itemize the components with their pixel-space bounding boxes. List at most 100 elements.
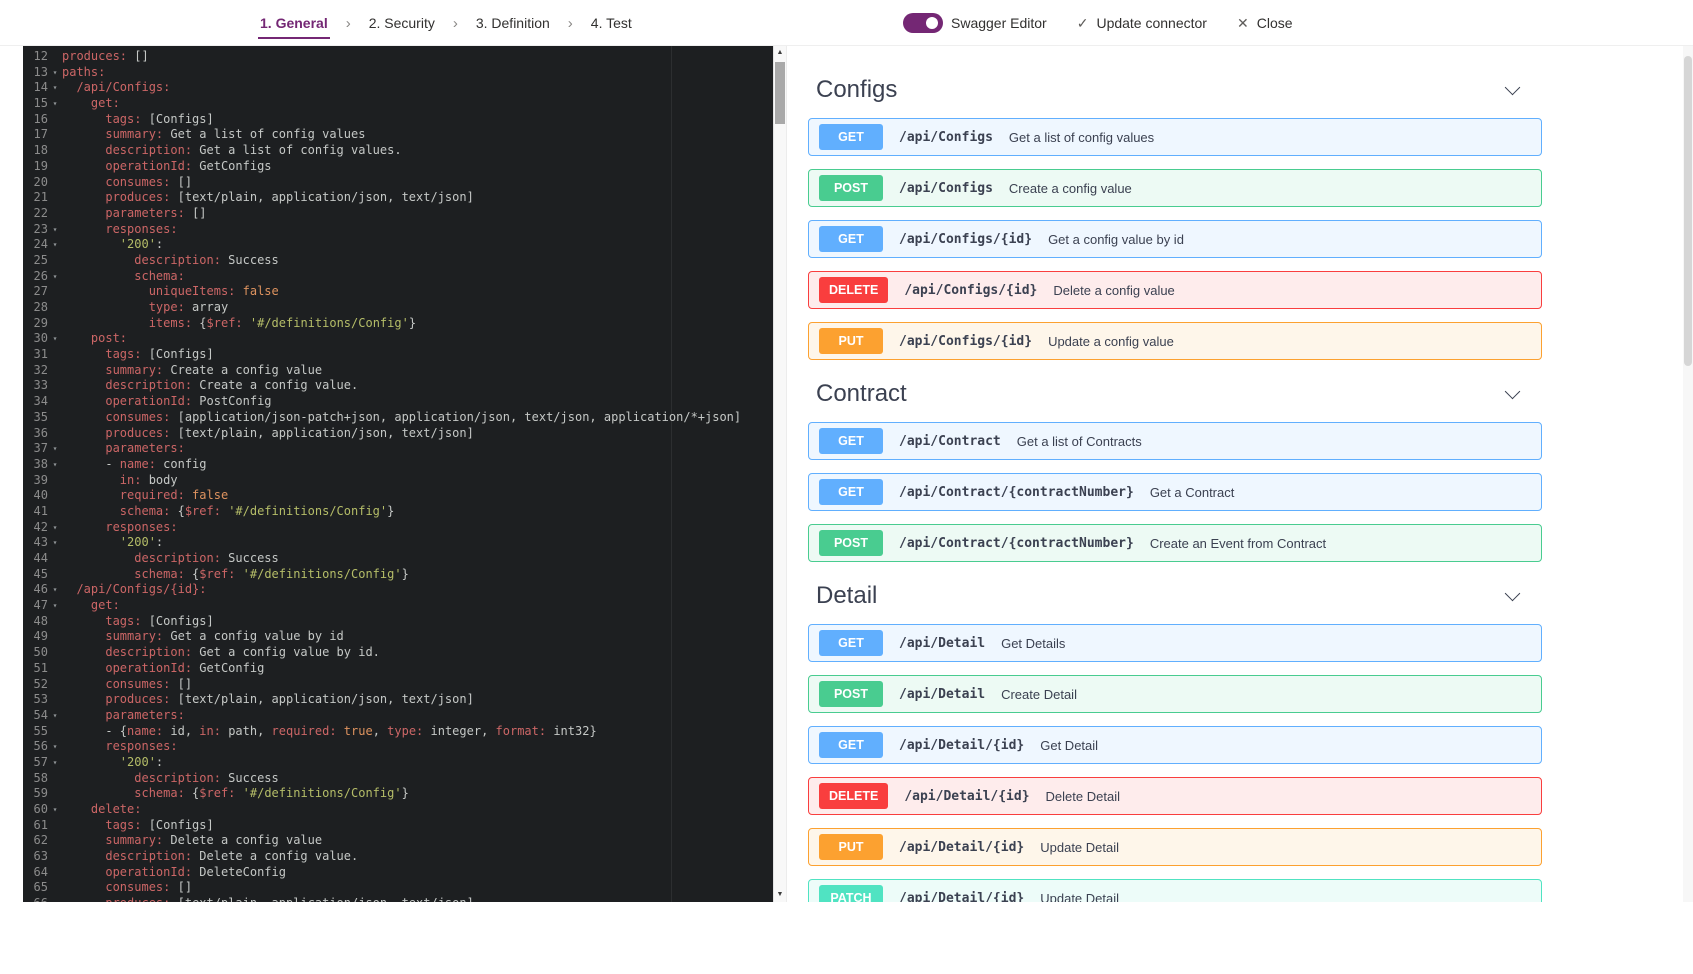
code-line[interactable]: 39 in: body <box>23 473 773 489</box>
code-line[interactable]: 58 description: Success <box>23 771 773 787</box>
operation-row[interactable]: GET/api/Detail/{id} Get Detail <box>808 726 1542 764</box>
swagger-code-editor[interactable]: 12 produces: [] 13 ▾ paths: 14 ▾ /api/Configs:… <box>23 46 773 902</box>
code-line[interactable]: 43 ▾ '200': <box>23 535 773 551</box>
code-line[interactable]: 33 description: Create a config value. <box>23 378 773 394</box>
code-line[interactable]: 24 ▾ '200': <box>23 237 773 253</box>
code-line[interactable]: 59 schema: {$ref: '#/definitions/Config'… <box>23 786 773 802</box>
code-line[interactable]: 42 ▾ responses: <box>23 520 773 536</box>
code-line[interactable]: 41 schema: {$ref: '#/definitions/Config'… <box>23 504 773 520</box>
close-button[interactable]: ✕ Close <box>1237 15 1293 32</box>
code-line[interactable]: 16 tags: [Configs] <box>23 112 773 128</box>
code-line[interactable]: 48 tags: [Configs] <box>23 614 773 630</box>
code-line[interactable]: 12 produces: [] <box>23 49 773 65</box>
fold-marker-icon[interactable]: ▾ <box>48 80 62 96</box>
toggle-switch-icon[interactable] <box>903 13 943 33</box>
operation-row[interactable]: POST/api/Contract/{contractNumber} Create… <box>808 524 1542 562</box>
code-line[interactable]: 15 ▾ get: <box>23 96 773 112</box>
code-line[interactable]: 21 produces: [text/plain, application/js… <box>23 190 773 206</box>
code-line[interactable]: 34 operationId: PostConfig <box>23 394 773 410</box>
swagger-editor-toggle[interactable]: Swagger Editor <box>903 13 1047 33</box>
operation-row[interactable]: PUT/api/Detail/{id} Update Detail <box>808 828 1542 866</box>
code-line[interactable]: 29 items: {$ref: '#/definitions/Config'} <box>23 316 773 332</box>
preview-scrollbar[interactable] <box>1683 46 1693 902</box>
code-line[interactable]: 52 consumes: [] <box>23 677 773 693</box>
fold-marker-icon[interactable]: ▾ <box>48 535 62 551</box>
code-line[interactable]: 63 description: Delete a config value. <box>23 849 773 865</box>
code-line[interactable]: 60 ▾ delete: <box>23 802 773 818</box>
fold-marker-icon[interactable]: ▾ <box>48 520 62 536</box>
fold-marker-icon[interactable]: ▾ <box>48 739 62 755</box>
code-line[interactable]: 40 required: false <box>23 488 773 504</box>
collapse-chevron-icon[interactable] <box>1504 79 1521 95</box>
fold-marker-icon[interactable]: ▾ <box>48 441 62 457</box>
operation-row[interactable]: PUT/api/Configs/{id} Update a config valu… <box>808 322 1542 360</box>
operation-row[interactable]: POST/api/Configs Create a config value <box>808 169 1542 207</box>
code-line[interactable]: 32 summary: Create a config value <box>23 363 773 379</box>
fold-marker-icon[interactable]: ▾ <box>48 331 62 347</box>
code-line[interactable]: 54 ▾ parameters: <box>23 708 773 724</box>
code-line[interactable]: 66 produces: [text/plain, application/js… <box>23 896 773 902</box>
code-line[interactable]: 23 ▾ responses: <box>23 222 773 238</box>
update-connector-button[interactable]: ✓ Update connector <box>1077 15 1207 32</box>
wizard-step-general[interactable]: 1. General <box>258 0 330 46</box>
fold-marker-icon[interactable]: ▾ <box>48 237 62 253</box>
wizard-step-test[interactable]: 4. Test <box>589 0 634 46</box>
collapse-chevron-icon[interactable] <box>1504 383 1521 399</box>
operation-row[interactable]: PATCH/api/Detail/{id} Update Detail <box>808 879 1542 902</box>
code-line[interactable]: 46 ▾ /api/Configs/{id}: <box>23 582 773 598</box>
code-line[interactable]: 64 operationId: DeleteConfig <box>23 865 773 881</box>
code-line[interactable]: 57 ▾ '200': <box>23 755 773 771</box>
operation-row[interactable]: GET/api/Configs/{id} Get a config value b… <box>808 220 1542 258</box>
fold-marker-icon[interactable]: ▾ <box>48 65 62 81</box>
code-line[interactable]: 45 schema: {$ref: '#/definitions/Config'… <box>23 567 773 583</box>
code-line[interactable]: 30 ▾ post: <box>23 331 773 347</box>
code-line[interactable]: 36 produces: [text/plain, application/js… <box>23 426 773 442</box>
code-line[interactable]: 18 description: Get a list of config val… <box>23 143 773 159</box>
editor-scrollbar[interactable]: ▲ ▼ <box>773 46 787 902</box>
fold-marker-icon[interactable]: ▾ <box>48 269 62 285</box>
scroll-up-arrow-icon[interactable]: ▲ <box>774 46 786 60</box>
code-line[interactable]: 19 operationId: GetConfigs <box>23 159 773 175</box>
fold-marker-icon[interactable]: ▾ <box>48 802 62 818</box>
operation-row[interactable]: POST/api/Detail Create Detail <box>808 675 1542 713</box>
collapse-chevron-icon[interactable] <box>1504 585 1521 601</box>
operation-row[interactable]: DELETE/api/Detail/{id} Delete Detail <box>808 777 1542 815</box>
code-line[interactable]: 49 summary: Get a config value by id <box>23 629 773 645</box>
operation-row[interactable]: GET/api/Configs Get a list of config valu… <box>808 118 1542 156</box>
code-line[interactable]: 44 description: Success <box>23 551 773 567</box>
code-line[interactable]: 50 description: Get a config value by id… <box>23 645 773 661</box>
code-line[interactable]: 35 consumes: [application/json-patch+jso… <box>23 410 773 426</box>
code-line[interactable]: 62 summary: Delete a config value <box>23 833 773 849</box>
fold-marker-icon[interactable]: ▾ <box>48 582 62 598</box>
code-line[interactable]: 13 ▾ paths: <box>23 65 773 81</box>
code-line[interactable]: 53 produces: [text/plain, application/js… <box>23 692 773 708</box>
operation-row[interactable]: GET/api/Contract Get a list of Contracts <box>808 422 1542 460</box>
code-line[interactable]: 65 consumes: [] <box>23 880 773 896</box>
code-line[interactable]: 37 ▾ parameters: <box>23 441 773 457</box>
fold-marker-icon[interactable]: ▾ <box>48 96 62 112</box>
scroll-down-arrow-icon[interactable]: ▼ <box>774 888 786 902</box>
preview-scrollbar-thumb[interactable] <box>1684 56 1692 366</box>
wizard-step-security[interactable]: 2. Security <box>367 0 437 46</box>
operation-row[interactable]: DELETE/api/Configs/{id} Delete a config v… <box>808 271 1542 309</box>
code-line[interactable]: 56 ▾ responses: <box>23 739 773 755</box>
code-line[interactable]: 22 parameters: [] <box>23 206 773 222</box>
code-line[interactable]: 28 type: array <box>23 300 773 316</box>
fold-marker-icon[interactable]: ▾ <box>48 222 62 238</box>
code-line[interactable]: 47 ▾ get: <box>23 598 773 614</box>
code-line[interactable]: 31 tags: [Configs] <box>23 347 773 363</box>
code-line[interactable]: 38 ▾ - name: config <box>23 457 773 473</box>
code-line[interactable]: 25 description: Success <box>23 253 773 269</box>
operation-row[interactable]: GET/api/Contract/{contractNumber} Get a C… <box>808 473 1542 511</box>
code-line[interactable]: 61 tags: [Configs] <box>23 818 773 834</box>
code-line[interactable]: 20 consumes: [] <box>23 175 773 191</box>
code-line[interactable]: 51 operationId: GetConfig <box>23 661 773 677</box>
code-line[interactable]: 55 - {name: id, in: path, required: true… <box>23 724 773 740</box>
operation-row[interactable]: GET/api/Detail Get Details <box>808 624 1542 662</box>
fold-marker-icon[interactable]: ▾ <box>48 755 62 771</box>
code-line[interactable]: 27 uniqueItems: false <box>23 284 773 300</box>
fold-marker-icon[interactable]: ▾ <box>48 708 62 724</box>
code-line[interactable]: 14 ▾ /api/Configs: <box>23 80 773 96</box>
fold-marker-icon[interactable]: ▾ <box>48 457 62 473</box>
editor-scrollbar-thumb[interactable] <box>775 62 785 124</box>
